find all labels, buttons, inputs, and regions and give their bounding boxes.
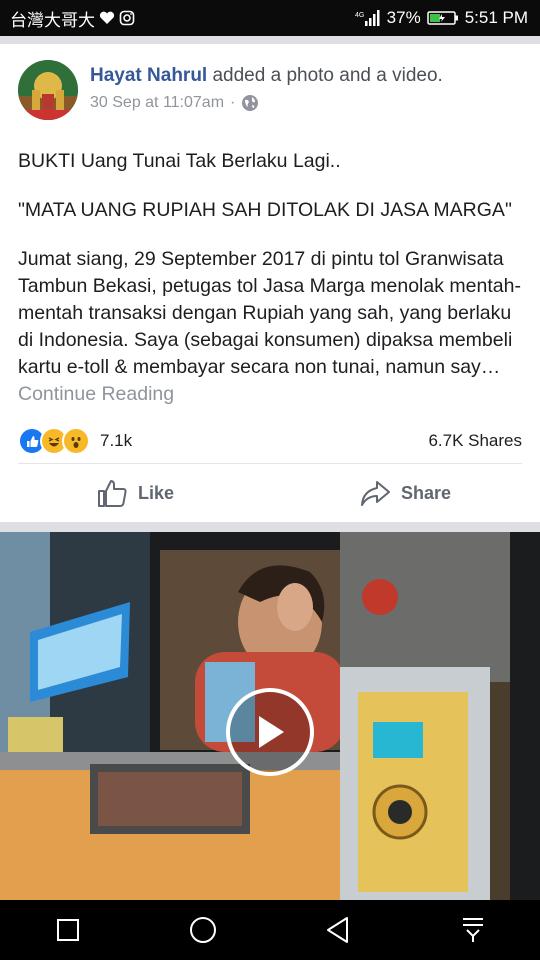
- battery-percent: 37%: [386, 8, 421, 27]
- reaction-summary[interactable]: 7.1k: [18, 427, 132, 455]
- post-paragraph: BUKTI Uang Tunai Tak Berlaku Lagi..: [18, 150, 341, 172]
- play-icon: [253, 713, 287, 751]
- feed-separator: [0, 522, 540, 532]
- reactions-bar: 7.1k 6.7K Shares: [18, 427, 522, 455]
- thumbs-up-icon: [96, 478, 128, 508]
- status-bar: 台灣大哥大 4G 37% 5:51 PM: [0, 0, 540, 36]
- share-arrow-icon: [359, 479, 391, 507]
- author-name[interactable]: Hayat Nahrul: [90, 65, 207, 86]
- post-paragraph: "MATA UANG RUPIAH SAH DITOLAK DI JASA MA…: [18, 199, 512, 221]
- action-bar: Like Share: [0, 470, 540, 516]
- author-action: added a photo and a video.: [207, 65, 443, 86]
- signal-icon: 4G: [355, 9, 381, 27]
- globe-icon[interactable]: [241, 94, 259, 112]
- post-meta: 30 Sep at 11:07am ·: [90, 94, 259, 112]
- like-label: Like: [137, 482, 175, 503]
- post-paragraph-text: Jumat siang, 29 September 2017 di pintu …: [18, 248, 521, 378]
- nav-back-icon[interactable]: [318, 910, 358, 950]
- navigation-bar: [0, 900, 540, 960]
- like-button[interactable]: Like: [0, 470, 270, 516]
- divider: [18, 463, 522, 464]
- post-body: BUKTI Uang Tunai Tak Berlaku Lagi.. "MAT…: [18, 148, 522, 430]
- battery-icon: [426, 10, 459, 26]
- avatar[interactable]: [18, 60, 78, 120]
- svg-text:4G: 4G: [355, 12, 364, 19]
- nav-notification-icon[interactable]: [453, 910, 493, 950]
- carrier-label: 台灣大哥大: [10, 10, 95, 30]
- post-timestamp[interactable]: 30 Sep at 11:07am: [90, 94, 224, 112]
- play-button[interactable]: [226, 688, 314, 776]
- feed-separator: [0, 36, 540, 44]
- wow-reaction-icon: [62, 427, 90, 455]
- reaction-count: 7.1k: [100, 431, 133, 450]
- nav-circle-icon[interactable]: [183, 910, 223, 950]
- post-header: Hayat Nahrul added a photo and a video. …: [18, 60, 522, 124]
- heart-icon: [99, 11, 115, 25]
- clock: 5:51 PM: [464, 8, 528, 27]
- post-author-line: Hayat Nahrul added a photo and a video.: [90, 65, 443, 87]
- meta-separator: ·: [230, 94, 236, 111]
- nav-square-icon[interactable]: [48, 910, 88, 950]
- shares-count[interactable]: 6.7K Shares: [428, 431, 522, 451]
- instagram-icon: [119, 10, 135, 26]
- share-button[interactable]: Share: [270, 470, 540, 516]
- continue-reading-link[interactable]: Continue Reading: [18, 383, 174, 405]
- post-paragraph: Jumat siang, 29 September 2017 di pintu …: [18, 246, 522, 408]
- share-label: Share: [400, 482, 452, 503]
